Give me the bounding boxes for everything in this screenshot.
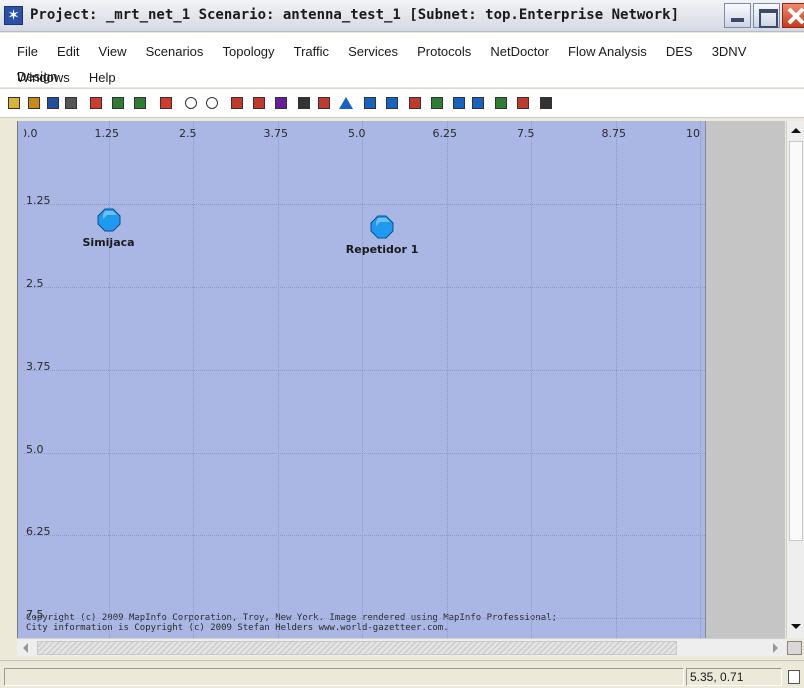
vertical-scrollbar[interactable]	[786, 121, 804, 638]
y-tick-label: 2.5	[26, 276, 44, 290]
menu-flow-analysis[interactable]: Flow Analysis	[568, 44, 647, 66]
menu-netdoctor[interactable]: NetDoctor	[490, 44, 549, 66]
x-tick-label: 3.75	[263, 127, 289, 140]
y-tick-label: 5.0	[26, 442, 44, 456]
copyright-line-2: City information is Copyright (c) 2009 S…	[26, 623, 449, 633]
minimize-button[interactable]	[724, 3, 751, 28]
y-tick-label: 7.5	[26, 608, 44, 622]
menu-services[interactable]: Services	[348, 44, 398, 66]
vne-icon[interactable]	[273, 95, 289, 112]
save-icon[interactable]	[45, 95, 61, 112]
cfg-icon[interactable]	[251, 95, 267, 112]
menu-bar: File Edit View Scenarios Topology Traffi…	[0, 33, 804, 87]
new-project-icon[interactable]	[6, 95, 22, 112]
status-message	[4, 668, 684, 686]
horizontal-scrollbar[interactable]	[17, 638, 786, 656]
x-tick-label: 6.25	[432, 127, 458, 140]
menu-des[interactable]: DES	[666, 44, 693, 66]
toolbar	[0, 88, 804, 118]
y-tick-label: 6.25	[26, 525, 51, 539]
x-tick-label: 1.25	[94, 127, 120, 140]
grid-line-vertical	[277, 121, 279, 638]
grid-line-vertical	[193, 121, 194, 638]
grid-line-horizontal	[24, 369, 705, 371]
menu-view[interactable]: View	[99, 44, 127, 66]
horizontal-scroll-thumb[interactable]	[37, 641, 677, 655]
app-window: ✶ Project: _mrt_net_1 Scenario: antenna_…	[0, 0, 804, 688]
grid-line-vertical	[531, 121, 532, 638]
x-tick-label: 0.0	[24, 127, 38, 140]
rsi-icon[interactable]	[470, 95, 486, 112]
node-model-icon[interactable]	[110, 95, 126, 112]
ace-icon[interactable]	[229, 95, 245, 112]
x-tick-label: 2.5	[179, 127, 197, 140]
cursor-coordinates: 5.35, 0.71	[686, 668, 782, 686]
vertical-scroll-thumb[interactable]	[789, 141, 803, 541]
project-workspace[interactable]: Copyright (c) 2009 MapInfo Corporation, …	[24, 121, 705, 638]
link-model-icon[interactable]	[132, 95, 148, 112]
network-node-icon[interactable]	[370, 215, 394, 239]
object-palette-icon[interactable]	[88, 95, 104, 112]
flow-icon[interactable]	[451, 95, 467, 112]
zoom-out-icon[interactable]	[204, 95, 220, 112]
y-tick-label: 1.25	[26, 193, 51, 207]
workspace-left-edge	[17, 121, 24, 638]
grid-line-horizontal	[24, 535, 705, 537]
menu-topology[interactable]: Topology	[223, 44, 275, 66]
subnet-alt-icon[interactable]	[384, 95, 400, 112]
app-logo-icon: ✶	[4, 6, 23, 25]
zoom-in-icon[interactable]	[183, 95, 199, 112]
print-icon[interactable]	[63, 95, 79, 112]
grid-line-vertical	[108, 121, 110, 638]
x-tick-label: 5.0	[348, 127, 366, 140]
failure-icon[interactable]	[158, 95, 174, 112]
grid-line-horizontal	[24, 452, 705, 454]
menu-edit[interactable]: Edit	[57, 44, 79, 66]
run-simulation-icon[interactable]	[316, 95, 332, 112]
log-icon[interactable]	[788, 670, 800, 684]
grid-line-vertical	[362, 121, 363, 638]
menu-traffic[interactable]: Traffic	[294, 44, 329, 66]
copyright-text: Copyright (c) 2009 MapInfo Corporation, …	[26, 613, 557, 633]
graph-icon[interactable]	[515, 95, 531, 112]
menu-3dnv[interactable]: 3DNV	[712, 44, 747, 66]
grid-line-vertical	[700, 121, 701, 638]
workspace-outside-area	[705, 121, 785, 638]
grid-line-vertical	[446, 121, 448, 638]
scroll-right-icon[interactable]	[773, 643, 778, 653]
maximize-button[interactable]	[753, 3, 780, 28]
topology-icon[interactable]	[429, 95, 445, 112]
node-label[interactable]: Repetidor 1	[346, 243, 419, 256]
y-tick-label: 3.75	[26, 359, 51, 373]
close-button[interactable]	[782, 3, 804, 28]
scroll-down-icon[interactable]	[791, 624, 801, 629]
menu-scenarios[interactable]: Scenarios	[146, 44, 204, 66]
grid-line-horizontal	[24, 203, 705, 205]
info-icon[interactable]	[538, 95, 554, 112]
report-icon[interactable]	[493, 95, 509, 112]
pointer-icon[interactable]	[407, 95, 423, 112]
scroll-left-icon[interactable]	[23, 643, 28, 653]
x-tick-label: 8.75	[601, 127, 627, 140]
menu-protocols[interactable]: Protocols	[417, 44, 471, 66]
node-label[interactable]: Simijaca	[83, 236, 135, 249]
grid-line-horizontal	[24, 618, 705, 620]
open-folder-icon[interactable]	[26, 95, 42, 112]
network-node-icon[interactable]	[97, 208, 121, 232]
x-tick-label: 7.5	[517, 127, 535, 140]
scroll-up-icon[interactable]	[791, 128, 801, 133]
subnet-icon[interactable]	[362, 95, 378, 112]
status-bar: 5.35, 0.71	[0, 660, 804, 688]
window-title: Project: _mrt_net_1 Scenario: antenna_te…	[30, 7, 680, 23]
traffic-light-icon[interactable]	[296, 95, 312, 112]
x-tick-label: 10	[686, 127, 700, 140]
title-bar[interactable]: ✶ Project: _mrt_net_1 Scenario: antenna_…	[0, 0, 804, 32]
menu-file[interactable]: File	[17, 44, 38, 66]
grid-line-vertical	[615, 121, 617, 638]
corner-toggle-icon[interactable]	[787, 641, 802, 655]
triangle-icon[interactable]	[337, 95, 353, 112]
grid-line-horizontal	[24, 286, 705, 288]
